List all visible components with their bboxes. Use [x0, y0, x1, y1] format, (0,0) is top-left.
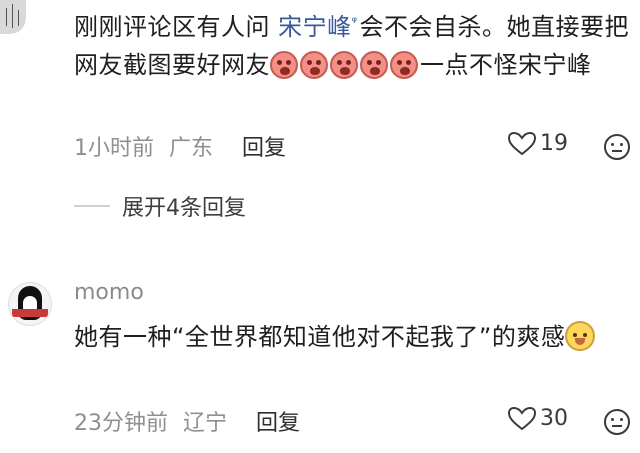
crying-emoji-icon [390, 51, 418, 79]
top-avatar[interactable] [0, 0, 26, 34]
crying-emoji-icon [360, 51, 388, 79]
comment-2-meta: 23分钟前 辽宁 回复 [74, 405, 308, 437]
dislike-icon[interactable] [604, 134, 630, 160]
heart-icon [508, 131, 536, 155]
reply-button[interactable]: 回复 [242, 136, 286, 161]
like-button[interactable]: 30 [508, 406, 568, 431]
search-icon: ᵠ [351, 15, 358, 30]
like-count: 19 [540, 131, 568, 156]
crying-emoji-icon [330, 51, 358, 79]
comment-2-location: 辽宁 [183, 411, 228, 436]
comment-1-text-before: 刚刚评论区有人问 [74, 13, 270, 41]
avatar-badge [12, 309, 48, 317]
comment-1-text-after: 一点不怪宋宁峰 [420, 51, 592, 79]
comment-2-time: 23分钟前 [74, 411, 168, 436]
avatar-line [18, 10, 19, 26]
comment-1-meta: 1小时前 广东 回复 [74, 130, 294, 162]
dislike-icon[interactable] [604, 409, 630, 435]
comment-1-location: 广东 [169, 136, 214, 161]
crying-emoji-icon [300, 51, 328, 79]
reply-button[interactable]: 回复 [256, 411, 300, 436]
avatar-line [6, 8, 7, 26]
mention-link[interactable]: 宋宁峰 [278, 13, 352, 41]
expand-replies-label[interactable]: 展开4条回复 [122, 190, 246, 222]
comment-1-text: 刚刚评论区有人问 宋宁峰ᵠ会不会自杀。她直接要把网友截图要好网友 一点不怪宋宁峰 [74, 4, 634, 84]
comment-1-time: 1小时前 [74, 136, 154, 161]
heart-icon [508, 406, 536, 430]
avatar-line [12, 4, 13, 28]
like-button[interactable]: 19 [508, 131, 568, 156]
avatar[interactable] [8, 282, 52, 326]
divider [74, 205, 110, 207]
smile-emoji-icon [565, 321, 596, 351]
like-count: 30 [540, 406, 568, 431]
crying-emoji-icon [270, 51, 298, 79]
comment-2-body: 她有一种“全世界都知道他对不起我了”的爽感 [74, 323, 566, 351]
username[interactable]: momo [74, 280, 144, 305]
expand-replies[interactable]: 展开4条回复 [74, 190, 246, 222]
comment-2-text: 她有一种“全世界都知道他对不起我了”的爽感 [74, 318, 640, 356]
